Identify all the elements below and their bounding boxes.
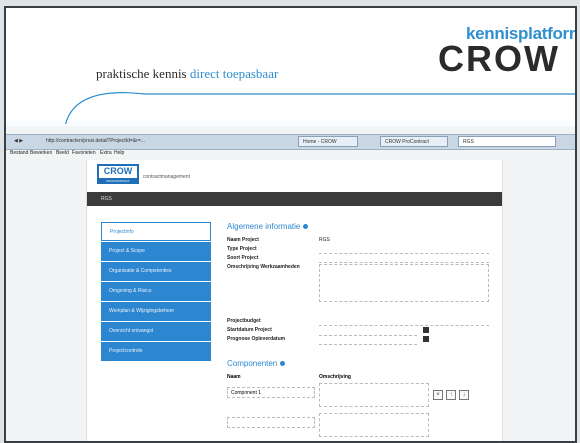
component-name-field[interactable]: Component 1 — [227, 387, 315, 398]
budget-label: Projectbudget — [227, 318, 261, 324]
project-bar: RGS — [87, 192, 502, 206]
desc-label: Omschrijving Werkzaamheden — [227, 264, 300, 270]
sidebar-item-projectcontrole[interactable]: Projectcontrole — [101, 342, 211, 361]
sort-field[interactable] — [319, 262, 489, 263]
sidebar-item-project-scope[interactable]: Project & Scope — [101, 242, 211, 261]
row-budget: Projectbudget — [227, 318, 502, 327]
type-label: Type Project — [227, 246, 257, 252]
tab-home-label: Home - CROW — [303, 139, 337, 145]
app-page: CROW PROCONTRACT contractmanagement RGS … — [86, 160, 503, 441]
tab-procontract[interactable]: CROW ProContract — [380, 136, 448, 147]
logo-crow: CROW — [438, 38, 560, 79]
address-text[interactable]: http://contracten/prosi.detail?ProjectId… — [46, 138, 145, 144]
sort-label: Soort Project — [227, 255, 259, 261]
tab-rgs[interactable]: RGS — [458, 136, 556, 147]
sidebar: Projectinfo Project & Scope Organisatie … — [101, 222, 211, 362]
delete-icon[interactable]: × — [433, 390, 443, 400]
sidebar-item-overzicht[interactable]: Overzicht ontvangst — [101, 322, 211, 341]
component-row: Component 1 × ↑ ↓ — [227, 383, 502, 413]
row-sort: Soort Project — [227, 255, 502, 264]
row-start: Startdatum Project — [227, 327, 502, 336]
crow-header: praktische kennis direct toepasbaar kenn… — [6, 8, 575, 125]
component-row — [227, 413, 502, 441]
type-field[interactable] — [319, 253, 489, 254]
sidebar-item-werkplan[interactable]: Werkplan & Wijzigingsbeheer — [101, 302, 211, 321]
app-logo-sub: PROCONTRACT — [97, 179, 139, 184]
menu-favorieten[interactable]: Favorieten — [72, 150, 96, 156]
row-desc: Omschrijving Werkzaamheden — [227, 264, 502, 312]
start-date-field[interactable] — [319, 327, 417, 336]
sidebar-item-projectinfo[interactable]: Projectinfo — [101, 222, 211, 241]
info-icon[interactable] — [280, 361, 286, 366]
browser-window: ◀ ▶ http://contracten/prosi.detail?Proje… — [6, 126, 575, 441]
col-desc: Omschrijving — [319, 374, 351, 380]
tab-home[interactable]: Home - CROW — [298, 136, 358, 147]
component-desc-field[interactable] — [319, 383, 429, 407]
section-general-text: Algemene informatie — [227, 222, 301, 231]
component-desc-field[interactable] — [319, 413, 429, 437]
tab-rgs-label: RGS — [463, 139, 474, 145]
components-header: Naam Omschrijving — [227, 374, 502, 383]
row-end: Prognose Opleverdatum — [227, 336, 502, 345]
app-logo-text: contractmanagement — [143, 174, 190, 180]
end-label: Prognose Opleverdatum — [227, 336, 286, 342]
info-icon[interactable] — [303, 224, 309, 229]
sidebar-item-organisatie[interactable]: Organisatie & Competenties — [101, 262, 211, 281]
row-name: Naam Project RGS — [227, 237, 502, 246]
end-date-field[interactable] — [319, 336, 417, 345]
calendar-icon[interactable] — [423, 327, 429, 333]
menu-extra[interactable]: Extra — [100, 150, 112, 156]
desc-textarea[interactable] — [319, 264, 489, 302]
menu-bewerken[interactable]: Bewerken — [30, 150, 52, 156]
nav-back-icon[interactable]: ◀ ▶ — [14, 138, 23, 144]
menu-bestand[interactable]: Bestand — [10, 150, 28, 156]
project-bar-label: RGS — [101, 196, 112, 202]
content-area: Algemene informatie Naam Project RGS Type… — [227, 222, 502, 441]
tab-procontract-label: CROW ProContract — [385, 139, 429, 145]
address-bar[interactable]: ◀ ▶ http://contracten/prosi.detail?Proje… — [6, 134, 575, 150]
swoosh-line — [65, 92, 575, 125]
row-type: Type Project — [227, 246, 502, 255]
component-name-field[interactable] — [227, 417, 315, 428]
app-logo[interactable]: CROW — [97, 164, 139, 180]
menu-beeld[interactable]: Beeld — [56, 150, 69, 156]
sidebar-item-omgeving[interactable]: Omgeving & Risico — [101, 282, 211, 301]
move-up-icon[interactable]: ↑ — [446, 390, 456, 400]
section-general-title: Algemene informatie — [227, 222, 502, 231]
col-name: Naam — [227, 374, 241, 380]
move-down-icon[interactable]: ↓ — [459, 390, 469, 400]
photo-frame: praktische kennis direct toepasbaar kenn… — [4, 6, 577, 443]
start-label: Startdatum Project — [227, 327, 272, 333]
budget-field[interactable] — [319, 325, 489, 326]
menu-bar: Bestand Bewerken Beeld Favorieten Extra … — [6, 149, 575, 157]
menu-help[interactable]: Help — [114, 150, 124, 156]
name-value[interactable]: RGS — [319, 237, 330, 243]
name-label: Naam Project — [227, 237, 259, 243]
section-components-text: Componenten — [227, 359, 278, 368]
calendar-icon[interactable] — [423, 336, 429, 342]
section-components-title: Componenten — [227, 359, 502, 368]
